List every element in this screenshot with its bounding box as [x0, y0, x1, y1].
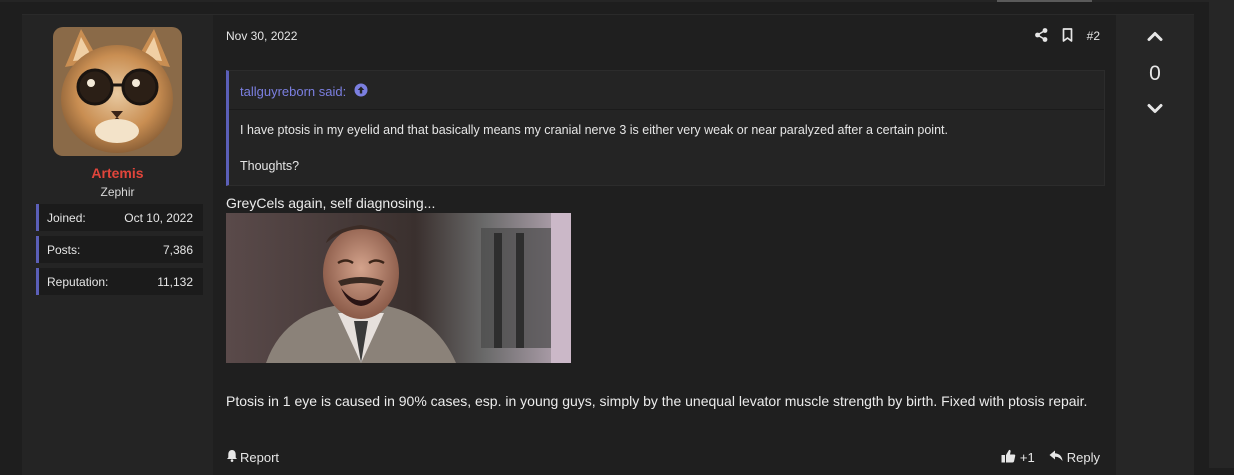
stat-joined: Joined: Oct 10, 2022 [36, 204, 203, 231]
like-button[interactable]: +1 [1001, 449, 1035, 466]
arrow-up-circle-icon[interactable] [354, 83, 368, 97]
stat-value: 11,132 [157, 275, 193, 289]
report-button[interactable]: Report [226, 449, 279, 465]
stat-value: 7,386 [162, 243, 193, 257]
top-tab-indicator [997, 0, 1092, 2]
quote-text: I have ptosis in my eyelid and that basi… [240, 123, 948, 137]
embedded-gif-image[interactable] [226, 213, 571, 363]
avatar-image [53, 27, 182, 156]
forum-post: Artemis Zephir Joined: Oct 10, 2022 Post… [22, 14, 1194, 475]
like-count: +1 [1019, 450, 1035, 465]
quote-text: Thoughts? [240, 159, 300, 173]
post-body-text: Ptosis in 1 eye is caused in 90% cases, … [226, 393, 1088, 409]
post-main: Nov 30, 2022 #2 tallguyreborn said: I ha… [213, 15, 1116, 475]
reply-label: Reply [1066, 450, 1100, 465]
post-number[interactable]: #2 [1087, 29, 1100, 43]
quote-header: tallguyreborn said: [229, 71, 1104, 110]
report-label: Report [240, 449, 280, 465]
reply-icon [1049, 450, 1063, 465]
right-rail [1209, 0, 1234, 468]
username[interactable]: Artemis [22, 165, 213, 181]
post-date[interactable]: Nov 30, 2022 [226, 29, 297, 43]
share-icon[interactable] [1034, 27, 1048, 45]
quote-author-link[interactable]: tallguyreborn said: [240, 84, 346, 99]
user-sidebar: Artemis Zephir Joined: Oct 10, 2022 Post… [22, 15, 213, 475]
thumbs-up-icon [1001, 449, 1016, 466]
stat-label: Posts: [47, 243, 81, 257]
chevron-down-icon[interactable] [1147, 102, 1163, 120]
stat-posts: Posts: 7,386 [36, 236, 203, 263]
stat-value: Oct 10, 2022 [124, 211, 193, 225]
vote-column: 0 [1116, 15, 1194, 475]
user-title: Zephir [100, 185, 135, 199]
avatar[interactable] [53, 27, 182, 156]
post-actions: #2 [1034, 27, 1100, 45]
stat-label: Reputation: [47, 275, 109, 289]
stat-reputation: Reputation: 11,132 [36, 268, 203, 295]
post-footer-actions: +1 Reply [1001, 449, 1100, 466]
post-body-intro: GreyCels again, self diagnosing... [226, 195, 436, 211]
quote-block: tallguyreborn said: I have ptosis in my … [226, 70, 1105, 186]
vote-count: 0 [1149, 62, 1161, 85]
stat-label: Joined: [47, 211, 86, 225]
reply-button[interactable]: Reply [1049, 450, 1100, 465]
chevron-up-icon[interactable] [1147, 29, 1163, 47]
bell-icon [226, 449, 238, 465]
bookmark-icon[interactable] [1062, 27, 1073, 45]
